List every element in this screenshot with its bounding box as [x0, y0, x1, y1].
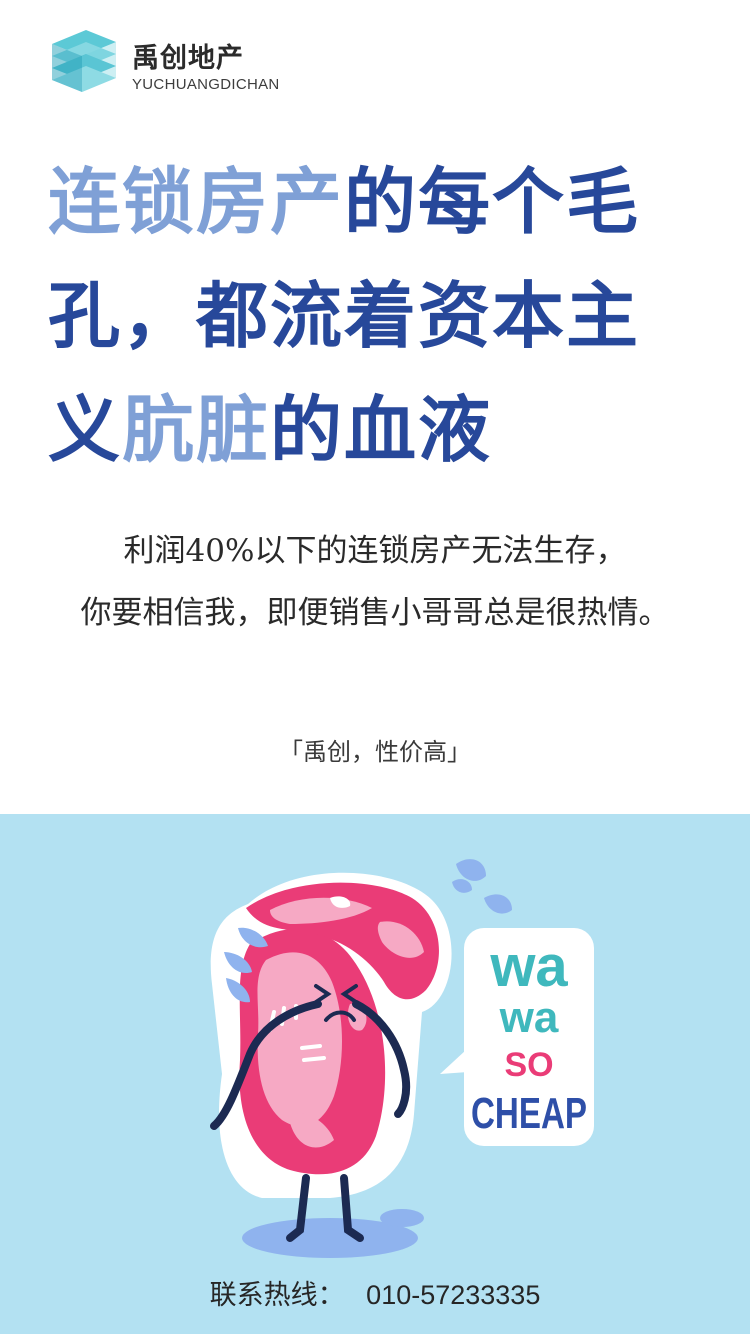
body-line: 你要相信我，即便销售小哥哥总是很热情。	[80, 595, 670, 631]
body-text: 利润40%以下的连锁房产无法生存， 你要相信我，即便销售小哥哥总是很热情。	[0, 520, 750, 644]
building-logo-icon	[52, 30, 116, 92]
headline-text: 的血液	[270, 387, 493, 472]
headline-highlight: 肮脏	[122, 387, 271, 472]
brand-name-en: YUCHUANGDICHAN	[132, 76, 280, 93]
tear-drop	[456, 859, 486, 881]
contact-label: 联系热线：	[209, 1280, 345, 1310]
headline-line: 连锁房产的每个毛	[48, 159, 640, 244]
headline: 连锁房产的每个毛 孔，都流着资本主 义肮脏的血液	[48, 145, 728, 487]
headline-text: 义	[48, 387, 123, 472]
phone-number[interactable]: 010-57233335	[366, 1280, 540, 1310]
headline-text: 的每个毛	[344, 159, 641, 244]
speech-text-wa: wa	[489, 934, 568, 999]
headline-line: 义肮脏的血液	[48, 387, 492, 472]
crying-meat-illustration: wa wa SO CHEAP	[210, 859, 594, 1258]
headline-line: 孔，都流着资本主	[48, 273, 640, 358]
speech-text-wa: wa	[499, 993, 559, 1042]
headline-text: 孔，都流着资本主	[48, 273, 641, 358]
speech-text-cheap: CHEAP	[471, 1089, 587, 1138]
body-line: 利润40%以下的连锁房产无法生存，	[123, 533, 627, 569]
speech-text-so: SO	[504, 1046, 553, 1084]
illustration-panel: wa wa SO CHEAP 联系热线： 010-57233335	[0, 814, 750, 1334]
brand-name: 禹创地产	[132, 43, 244, 73]
headline-highlight: 连锁房产	[48, 159, 345, 244]
brand-logo: 禹创地产 YUCHUANGDICHAN	[50, 28, 330, 100]
tagline: 「禹创，性价高」	[279, 738, 471, 766]
contact-hotline: 联系热线： 010-57233335	[0, 1273, 750, 1312]
